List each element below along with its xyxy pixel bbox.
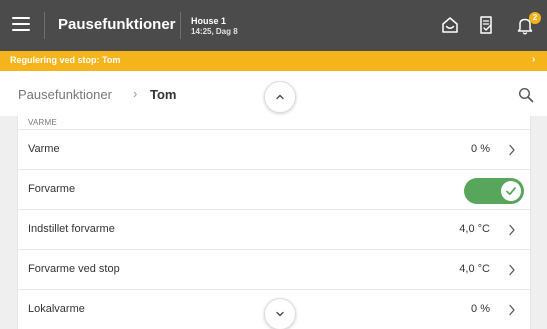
top-bar: Pausefunktioner House 1 14:25, Dag 8 2 — [0, 0, 547, 51]
section-header: VARME — [28, 118, 57, 127]
row-label: Forvarme ved stop — [28, 263, 120, 275]
house-icon[interactable] — [439, 14, 461, 36]
row-value: 0 % — [471, 303, 490, 315]
search-icon[interactable] — [518, 87, 534, 103]
row-label: Lokalvarme — [28, 303, 85, 315]
page-title: Pausefunktioner — [58, 16, 176, 33]
row-label: Forvarme — [28, 183, 76, 195]
breadcrumb-current: Tom — [150, 87, 177, 102]
chevron-right-icon: › — [532, 54, 536, 65]
scroll-up-button[interactable] — [264, 81, 296, 113]
row-label: Indstillet forvarme — [28, 223, 115, 235]
row-forvarme-ved-stop[interactable]: Forvarme ved stop 4,0 °C — [18, 249, 530, 289]
breadcrumb-root[interactable]: Pausefunktioner — [18, 87, 112, 102]
chevron-right-icon — [509, 264, 515, 276]
row-varme[interactable]: Varme 0 % — [18, 129, 530, 169]
row-forvarme: Forvarme — [18, 169, 530, 209]
chevron-down-icon — [276, 311, 284, 317]
chevron-right-icon — [509, 304, 515, 316]
divider — [44, 12, 45, 39]
notification-badge: 2 — [529, 12, 541, 24]
hamburger-menu-icon[interactable] — [12, 17, 30, 31]
alert-text: Regulering ved stop: Tom — [10, 55, 121, 65]
check-icon — [506, 187, 516, 196]
row-indstillet-forvarme[interactable]: Indstillet forvarme 4,0 °C — [18, 209, 530, 249]
toggle-knob — [501, 181, 521, 201]
row-value: 4,0 °C — [459, 223, 490, 235]
report-icon[interactable] — [475, 14, 497, 36]
settings-panel: VARME Varme 0 % Forvarme Indstillet forv… — [17, 116, 531, 329]
breadcrumb-separator: › — [133, 86, 138, 101]
house-name: House 1 — [191, 16, 227, 26]
row-value: 4,0 °C — [459, 263, 490, 275]
chevron-up-icon — [276, 94, 284, 100]
row-value: 0 % — [471, 143, 490, 155]
row-label: Varme — [28, 143, 60, 155]
alert-banner[interactable]: Regulering ved stop: Tom › — [0, 51, 547, 71]
scroll-down-button[interactable] — [264, 298, 296, 329]
chevron-right-icon — [509, 144, 515, 156]
forvarme-toggle[interactable] — [464, 178, 524, 204]
chevron-right-icon — [509, 224, 515, 236]
house-time: 14:25, Dag 8 — [191, 27, 238, 36]
divider — [180, 12, 181, 39]
